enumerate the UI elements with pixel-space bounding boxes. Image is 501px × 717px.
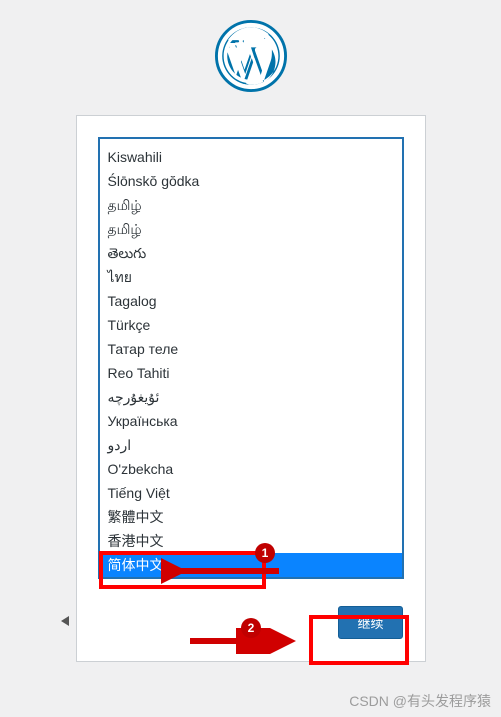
language-option[interactable]: ไทย	[100, 265, 402, 289]
language-option[interactable]: Українська	[100, 409, 402, 433]
language-select[interactable]: ShqipСрпски језикSvenskaKiswahiliŚlōnskŏ…	[99, 138, 403, 578]
install-panel: ShqipСрпски језикSvenskaKiswahiliŚlōnskŏ…	[76, 115, 426, 662]
language-option[interactable]: Türkçe	[100, 313, 402, 337]
language-option[interactable]: O'zbekcha	[100, 457, 402, 481]
logo-container	[0, 0, 501, 115]
language-option[interactable]: Татар теле	[100, 337, 402, 361]
language-option[interactable]: Reo Tahiti	[100, 361, 402, 385]
language-option[interactable]: 简体中文	[100, 553, 402, 577]
language-option[interactable]: Kiswahili	[100, 145, 402, 169]
language-option[interactable]: ئۇيغۇرچە	[100, 385, 402, 409]
language-option[interactable]: Svenska	[100, 138, 402, 145]
language-option[interactable]: తెలుగు	[100, 241, 402, 265]
language-option[interactable]: اردو	[100, 433, 402, 457]
language-option[interactable]: Tiếng Việt	[100, 481, 402, 505]
watermark-text: CSDN @有头发程序猿	[349, 691, 491, 711]
language-option[interactable]: 繁體中文	[100, 505, 402, 529]
language-option[interactable]: தமிழ்	[100, 193, 402, 217]
sort-indicator-icon	[61, 616, 69, 626]
language-option[interactable]: 香港中文	[100, 529, 402, 553]
language-option[interactable]: தமிழ்	[100, 217, 402, 241]
wordpress-logo-icon	[215, 20, 287, 92]
language-option[interactable]: Ślōnskŏ gŏdka	[100, 169, 402, 193]
button-row: 继续	[99, 606, 403, 639]
language-option[interactable]: Tagalog	[100, 289, 402, 313]
continue-button[interactable]: 继续	[338, 606, 402, 639]
